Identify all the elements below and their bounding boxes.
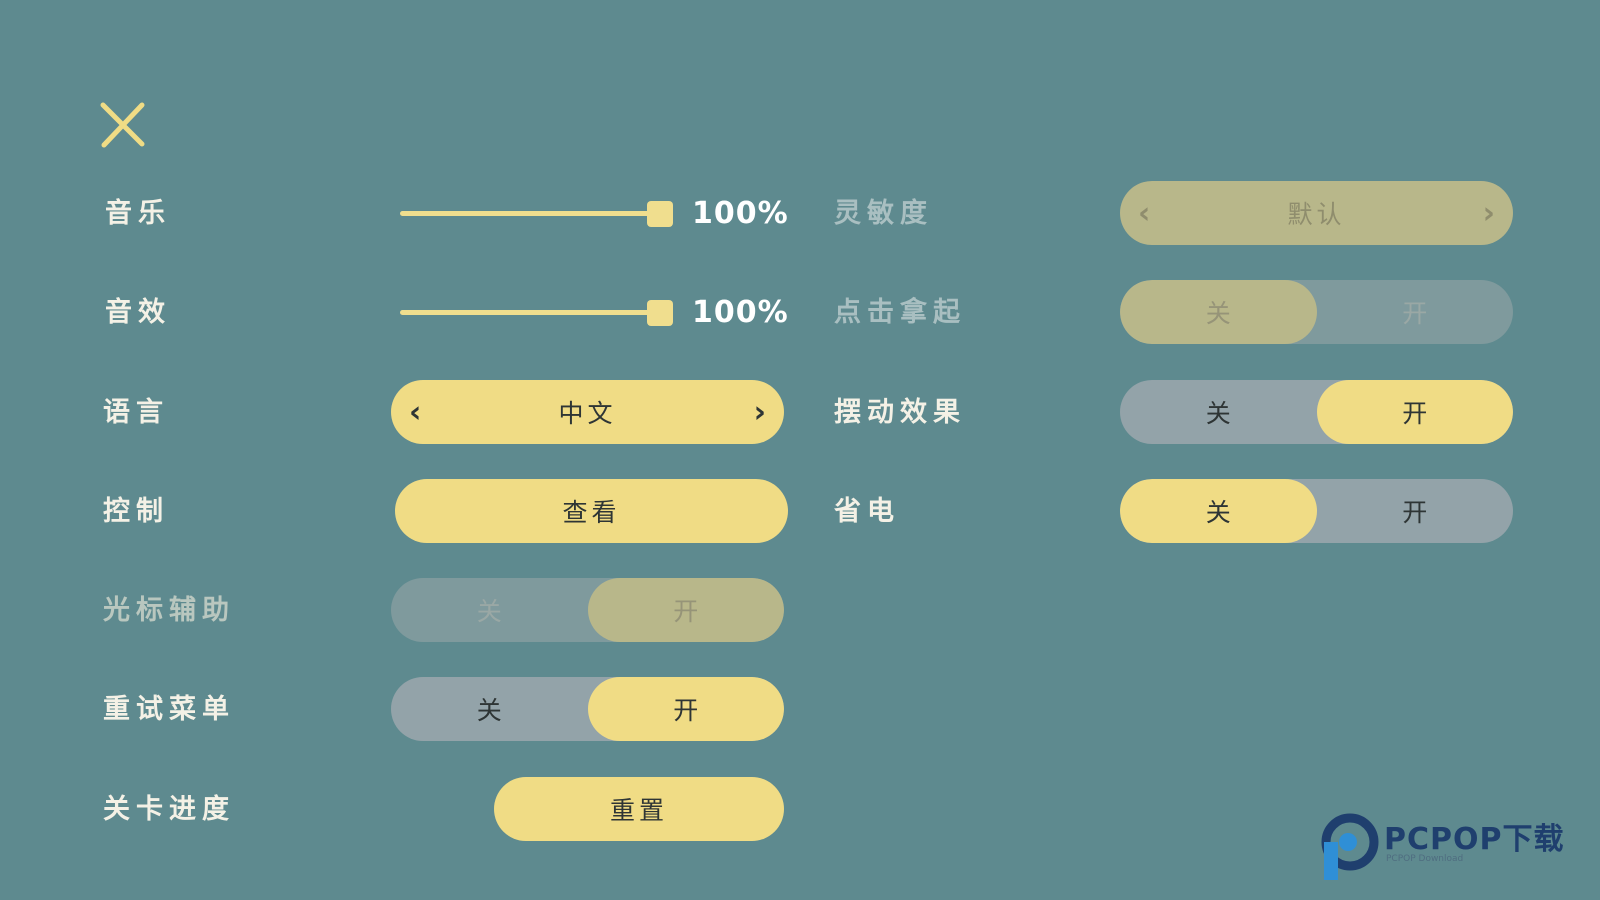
chevron-left-icon[interactable]: ‹ xyxy=(1138,196,1150,231)
sfx-slider-thumb[interactable] xyxy=(647,300,673,326)
level-progress-label: 关卡进度 xyxy=(103,794,235,825)
sway-effect-on[interactable]: 开 xyxy=(1316,380,1513,444)
cursor-assist-on[interactable]: 开 xyxy=(587,578,784,642)
music-value: 100% xyxy=(692,196,789,231)
music-slider-thumb[interactable] xyxy=(647,201,673,227)
sensitivity-selector[interactable]: ‹ 默认 › xyxy=(1120,181,1513,245)
sfx-slider-track[interactable] xyxy=(400,310,658,315)
sway-effect-toggle[interactable]: 关 开 xyxy=(1120,380,1513,444)
music-slider-track[interactable] xyxy=(400,211,658,216)
sfx-label: 音效 xyxy=(105,297,171,328)
cursor-assist-off[interactable]: 关 xyxy=(391,578,588,642)
chevron-right-icon[interactable]: › xyxy=(754,395,766,430)
retry-menu-label: 重试菜单 xyxy=(103,694,235,725)
close-button[interactable] xyxy=(98,100,148,150)
view-controls-button[interactable]: 查看 xyxy=(395,479,788,543)
chevron-right-icon[interactable]: › xyxy=(1483,196,1495,231)
cursor-assist-toggle[interactable]: 关 开 xyxy=(391,578,784,642)
music-slider[interactable] xyxy=(400,196,680,232)
language-label: 语言 xyxy=(103,397,169,428)
tap-pickup-toggle[interactable]: 关 开 xyxy=(1120,280,1513,344)
power-save-on[interactable]: 开 xyxy=(1317,479,1514,543)
language-selector[interactable]: ‹ 中文 › xyxy=(391,380,784,444)
reset-progress-button[interactable]: 重置 xyxy=(494,777,784,841)
watermark-logo: PCPOP下载 PCPOP Download xyxy=(1318,812,1600,884)
chevron-left-icon[interactable]: ‹ xyxy=(409,395,421,430)
power-save-off[interactable]: 关 xyxy=(1120,479,1317,543)
watermark-sub: PCPOP Download xyxy=(1386,854,1464,864)
retry-menu-toggle[interactable]: 关 开 xyxy=(391,677,784,741)
music-label: 音乐 xyxy=(105,198,171,229)
close-icon xyxy=(100,102,145,148)
tap-pickup-off[interactable]: 关 xyxy=(1120,280,1317,344)
pcpop-logo-icon xyxy=(1321,813,1379,880)
controls-label: 控制 xyxy=(103,496,169,527)
sensitivity-label: 灵敏度 xyxy=(834,198,933,229)
power-save-toggle[interactable]: 关 开 xyxy=(1120,479,1513,543)
language-value: 中文 xyxy=(558,399,617,428)
tap-pickup-label: 点击拿起 xyxy=(834,297,966,328)
retry-menu-on[interactable]: 开 xyxy=(587,677,784,741)
sfx-slider[interactable] xyxy=(400,295,680,331)
power-save-label: 省电 xyxy=(834,496,900,527)
retry-menu-off[interactable]: 关 xyxy=(391,677,588,741)
cursor-assist-label: 光标辅助 xyxy=(103,595,235,626)
tap-pickup-on[interactable]: 开 xyxy=(1317,280,1514,344)
watermark-brand: PCPOP下载 xyxy=(1384,822,1565,857)
sensitivity-value: 默认 xyxy=(1287,200,1346,229)
sfx-value: 100% xyxy=(692,295,789,330)
sway-effect-label: 摆动效果 xyxy=(834,397,966,428)
sway-effect-off[interactable]: 关 xyxy=(1120,380,1317,444)
